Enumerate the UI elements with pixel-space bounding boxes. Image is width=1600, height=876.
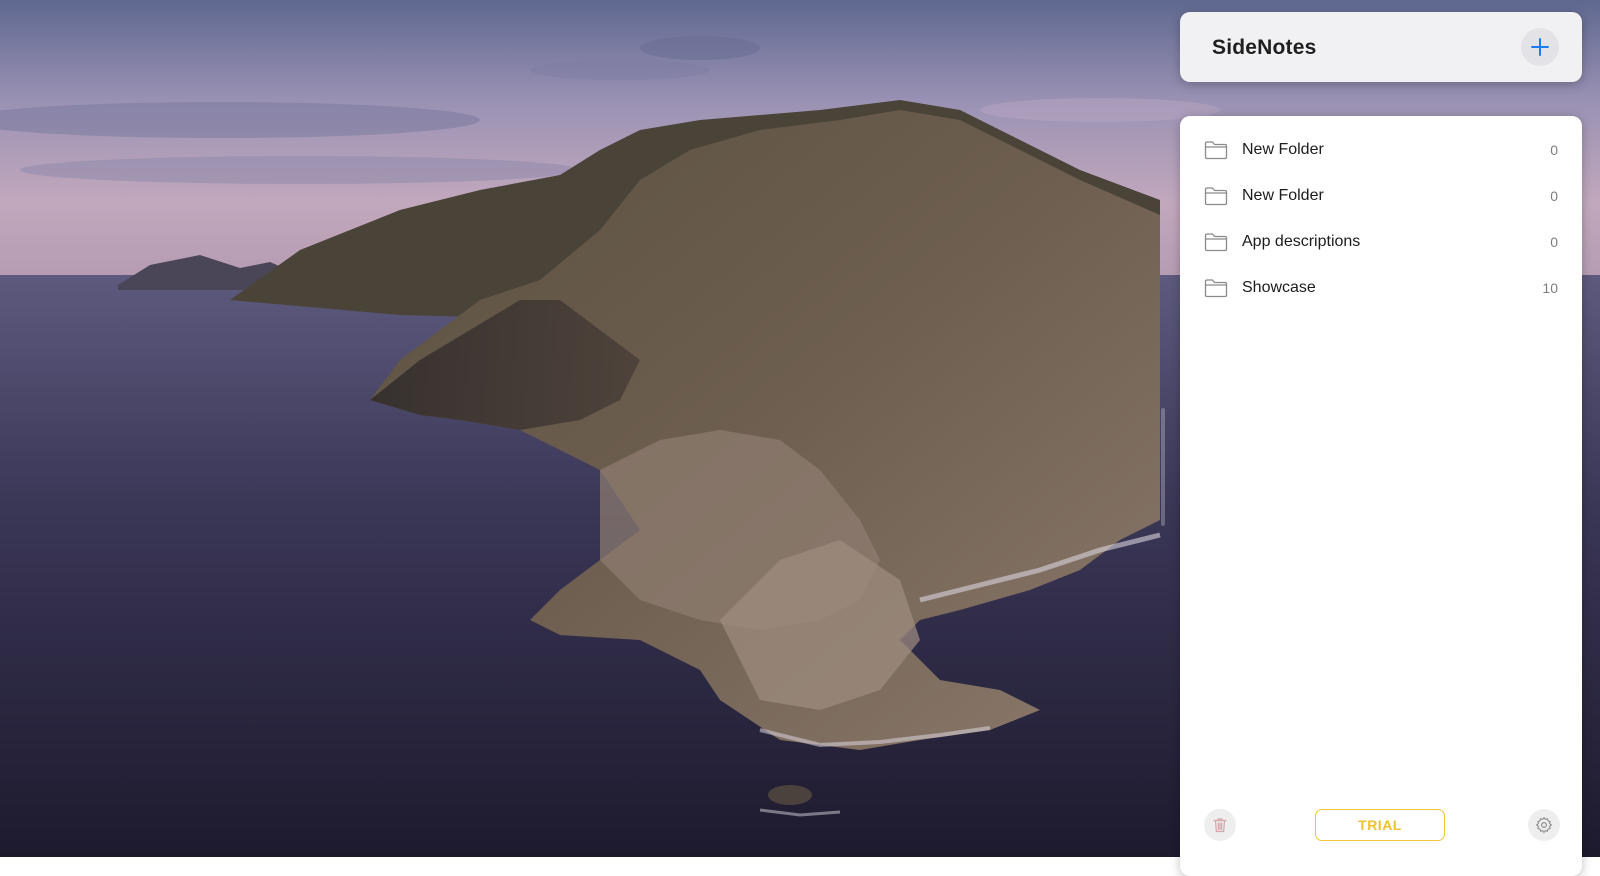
folder-name: New Folder <box>1242 141 1324 158</box>
folder-row[interactable]: New Folder 0 <box>1180 128 1582 174</box>
folder-icon <box>1204 279 1228 298</box>
folder-icon <box>1204 233 1228 252</box>
folder-name: Showcase <box>1242 279 1316 296</box>
gear-icon <box>1535 816 1553 834</box>
trash-icon <box>1213 818 1227 833</box>
add-folder-button[interactable] <box>1521 28 1559 66</box>
panel-resize-handle[interactable] <box>1161 408 1165 526</box>
folder-name: New Folder <box>1242 187 1324 204</box>
folder-row[interactable]: Showcase 10 <box>1180 266 1582 312</box>
app-title: SideNotes <box>1212 36 1317 59</box>
folder-note-count: 10 <box>1542 280 1558 296</box>
sidenotes-header: SideNotes <box>1180 12 1582 82</box>
plus-icon <box>1531 38 1549 56</box>
folder-note-count: 0 <box>1550 234 1558 250</box>
folder-name: App descriptions <box>1242 233 1361 250</box>
folder-row[interactable]: App descriptions 0 <box>1180 220 1582 266</box>
folder-row[interactable]: New Folder 0 <box>1180 174 1582 220</box>
folder-note-count: 0 <box>1550 188 1558 204</box>
folder-note-count: 0 <box>1550 142 1558 158</box>
trash-button[interactable] <box>1204 809 1236 841</box>
folder-icon <box>1204 187 1228 206</box>
trial-button[interactable]: TRIAL <box>1315 809 1445 841</box>
settings-button[interactable] <box>1528 809 1560 841</box>
folder-list-panel: New Folder 0 New Folder 0 App descriptio… <box>1180 116 1582 876</box>
folder-icon <box>1204 141 1228 160</box>
